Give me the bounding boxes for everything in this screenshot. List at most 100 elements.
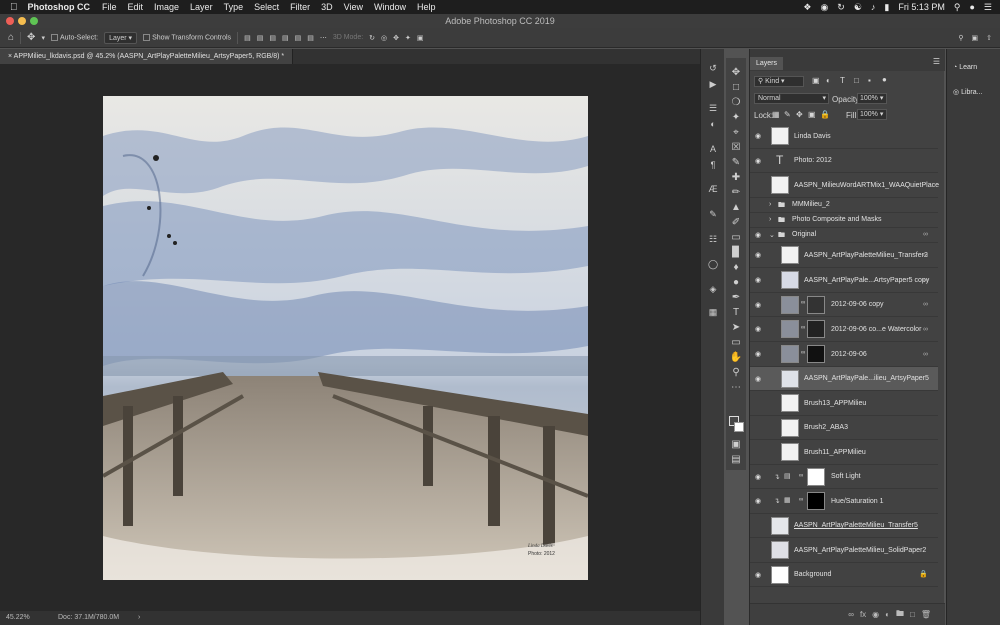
layer-row[interactable]: ◉ T Photo: 2012 xyxy=(750,149,938,173)
menu-3d[interactable]: 3D xyxy=(321,2,333,12)
link-icon[interactable]: ∞ xyxy=(923,326,928,333)
filter-type-icon[interactable]: T xyxy=(840,76,845,85)
grid-icon[interactable]: ▦ xyxy=(705,307,721,321)
eraser-tool-icon[interactable]: ▭ xyxy=(728,231,744,245)
layer-row[interactable]: ◉ ↴ ▦ ∞ Hue/Saturation 1 xyxy=(750,489,938,514)
menu-window[interactable]: Window xyxy=(374,2,406,12)
home-icon[interactable]: ⌂ xyxy=(8,32,14,43)
fill-field[interactable]: 100% ▾ xyxy=(857,109,887,120)
hand-tool-icon[interactable]: ✋ xyxy=(728,351,744,365)
mask-link-icon[interactable]: ∞ xyxy=(801,325,805,331)
app-menu[interactable]: Photoshop CC xyxy=(28,2,91,12)
checkbox-box[interactable] xyxy=(50,33,58,41)
layer-row[interactable]: AASPN_MilieuWordARTMix1_WAAQuietPlace xyxy=(750,173,939,198)
chevron-down-icon[interactable]: ▾ xyxy=(41,34,45,42)
history-icon[interactable]: ↺ xyxy=(705,63,721,77)
filter-smart-object-icon[interactable]: ▪ xyxy=(868,76,871,85)
lock-image-icon[interactable]: ✎ xyxy=(784,110,791,119)
character-icon[interactable]: A xyxy=(705,144,721,158)
roll-3d-icon[interactable]: ◎ xyxy=(381,34,387,42)
layer-row[interactable]: ◉ AASPN_ArtPlayPaletteMilieu_Transfer2 ∞ xyxy=(750,243,938,268)
canvas-area[interactable]: Linda Davis Photo: 2012 xyxy=(0,64,700,611)
document-image[interactable]: Linda Davis Photo: 2012 xyxy=(103,96,588,580)
sync-icon[interactable]: ↻ xyxy=(837,2,845,13)
filter-pixel-icon[interactable]: ▣ xyxy=(812,76,820,85)
blur-tool-icon[interactable]: ♦ xyxy=(728,261,744,275)
eye-icon[interactable]: ◉ xyxy=(753,231,763,239)
layer-row[interactable]: AASPN_ArtPlayPaletteMilieu_SolidPaper2 xyxy=(750,538,938,563)
dropbox-icon[interactable]: ❖ xyxy=(803,2,811,13)
filter-adjustment-icon[interactable]: ◐ xyxy=(826,76,831,85)
menu-help[interactable]: Help xyxy=(417,2,436,12)
layer-row[interactable]: Brush2_ABA3 xyxy=(750,416,938,440)
menu-select[interactable]: Select xyxy=(254,2,279,12)
opacity-field[interactable]: 100% ▾ xyxy=(857,93,887,104)
link-layers-icon[interactable]: ∞ xyxy=(848,610,854,619)
paragraph-icon[interactable]: ¶ xyxy=(705,160,721,174)
dodge-tool-icon[interactable]: ● xyxy=(728,276,744,290)
move-tool-icon[interactable]: ✥ xyxy=(27,32,35,43)
link-icon[interactable]: ∞ xyxy=(923,351,928,358)
layer-row[interactable]: ◉ ∞ 2012-09-06 ∞ xyxy=(750,342,938,367)
filter-shape-icon[interactable]: □ xyxy=(854,76,859,85)
close-button[interactable] xyxy=(6,17,14,25)
layer-row[interactable]: ◉ Background 🔒 xyxy=(750,563,938,587)
brushes-icon[interactable]: ✎ xyxy=(705,209,721,223)
zoom-button[interactable] xyxy=(30,17,38,25)
clock[interactable]: Fri 5:13 PM xyxy=(898,2,945,12)
panel-menu-icon[interactable]: ☰ xyxy=(933,57,940,66)
tab-layers[interactable]: Layers xyxy=(750,57,784,70)
layer-group-row[interactable]: ◉ ⌄ 🖿 Original ∞ xyxy=(750,228,938,243)
screen-mode-icon[interactable]: ▤ xyxy=(728,453,744,467)
layer-row[interactable]: ◉ ↴ ▤ ∞ Soft Light xyxy=(750,465,938,489)
lock-position-icon[interactable]: ✥ xyxy=(796,110,803,119)
show-transform-checkbox[interactable]: Show Transform Controls xyxy=(143,33,231,41)
chevron-right-icon[interactable]: › xyxy=(769,201,771,208)
volume-icon[interactable]: ♪ xyxy=(871,2,876,12)
lasso-tool-icon[interactable]: ❍ xyxy=(728,96,744,110)
drag-3d-icon[interactable]: ✥ xyxy=(393,34,399,42)
eye-icon[interactable]: ◉ xyxy=(753,325,763,333)
brush-tool-icon[interactable]: ✏ xyxy=(728,186,744,200)
actions-icon[interactable]: ▶ xyxy=(705,79,721,93)
link-icon[interactable]: ∞ xyxy=(923,277,928,284)
learn-item[interactable]: ◔ Learn xyxy=(953,64,977,71)
layer-row[interactable]: Brush13_APPMilieu xyxy=(750,391,938,416)
eye-icon[interactable]: ◉ xyxy=(753,132,763,140)
slide-3d-icon[interactable]: ✦ xyxy=(405,34,411,42)
apple-icon[interactable]:  xyxy=(10,2,18,13)
channels-icon[interactable]: ◈ xyxy=(705,284,721,298)
gradient-tool-icon[interactable]: ▉ xyxy=(728,246,744,260)
align-right-icon[interactable]: ▤ xyxy=(269,34,276,42)
properties-icon[interactable]: ☷ xyxy=(705,234,721,248)
eye-icon[interactable]: ◉ xyxy=(753,301,763,309)
marquee-tool-icon[interactable]: □ xyxy=(728,81,744,95)
mask-link-icon[interactable]: ∞ xyxy=(799,497,803,503)
mask-link-icon[interactable]: ∞ xyxy=(801,350,805,356)
layer-group-row[interactable]: › 🖿 MMMilieu_2 xyxy=(750,198,938,213)
eye-icon[interactable]: ◉ xyxy=(753,350,763,358)
layer-row[interactable]: ◉ AASPN_ArtPlayPale...ArtsyPaper5 copy ∞ xyxy=(750,268,938,293)
glyphs-icon[interactable]: Æ xyxy=(705,184,721,198)
path-select-tool-icon[interactable]: ➤ xyxy=(728,321,744,335)
chevron-down-icon[interactable]: ⌄ xyxy=(769,231,775,239)
pen-tool-icon[interactable]: ✒ xyxy=(728,291,744,305)
align-left-icon[interactable]: ▤ xyxy=(244,34,251,42)
layer-row[interactable]: ◉ ∞ 2012-09-06 co...e Watercolor ∞ xyxy=(750,317,938,342)
battery-icon[interactable]: ▮ xyxy=(884,2,889,13)
link-icon[interactable]: ∞ xyxy=(923,231,928,238)
menu-filter[interactable]: Filter xyxy=(290,2,310,12)
menu-edit[interactable]: Edit xyxy=(128,2,144,12)
menu-file[interactable]: File xyxy=(102,2,117,12)
eye-icon[interactable]: ◉ xyxy=(753,251,763,259)
mask-link-icon[interactable]: ∞ xyxy=(799,473,803,479)
new-layer-icon[interactable]: □ xyxy=(910,610,915,619)
more-options-icon[interactable]: ⋯ xyxy=(320,34,327,42)
menu-image[interactable]: Image xyxy=(154,2,179,12)
libraries-item[interactable]: ◎ Libra... xyxy=(953,88,982,96)
minimize-button[interactable] xyxy=(18,17,26,25)
zoom-level[interactable]: 45.22% xyxy=(6,611,30,625)
auto-select-checkbox[interactable]: Auto-Select: xyxy=(50,33,98,41)
menu-view[interactable]: View xyxy=(344,2,363,12)
frame-tool-icon[interactable]: ☒ xyxy=(728,141,744,155)
